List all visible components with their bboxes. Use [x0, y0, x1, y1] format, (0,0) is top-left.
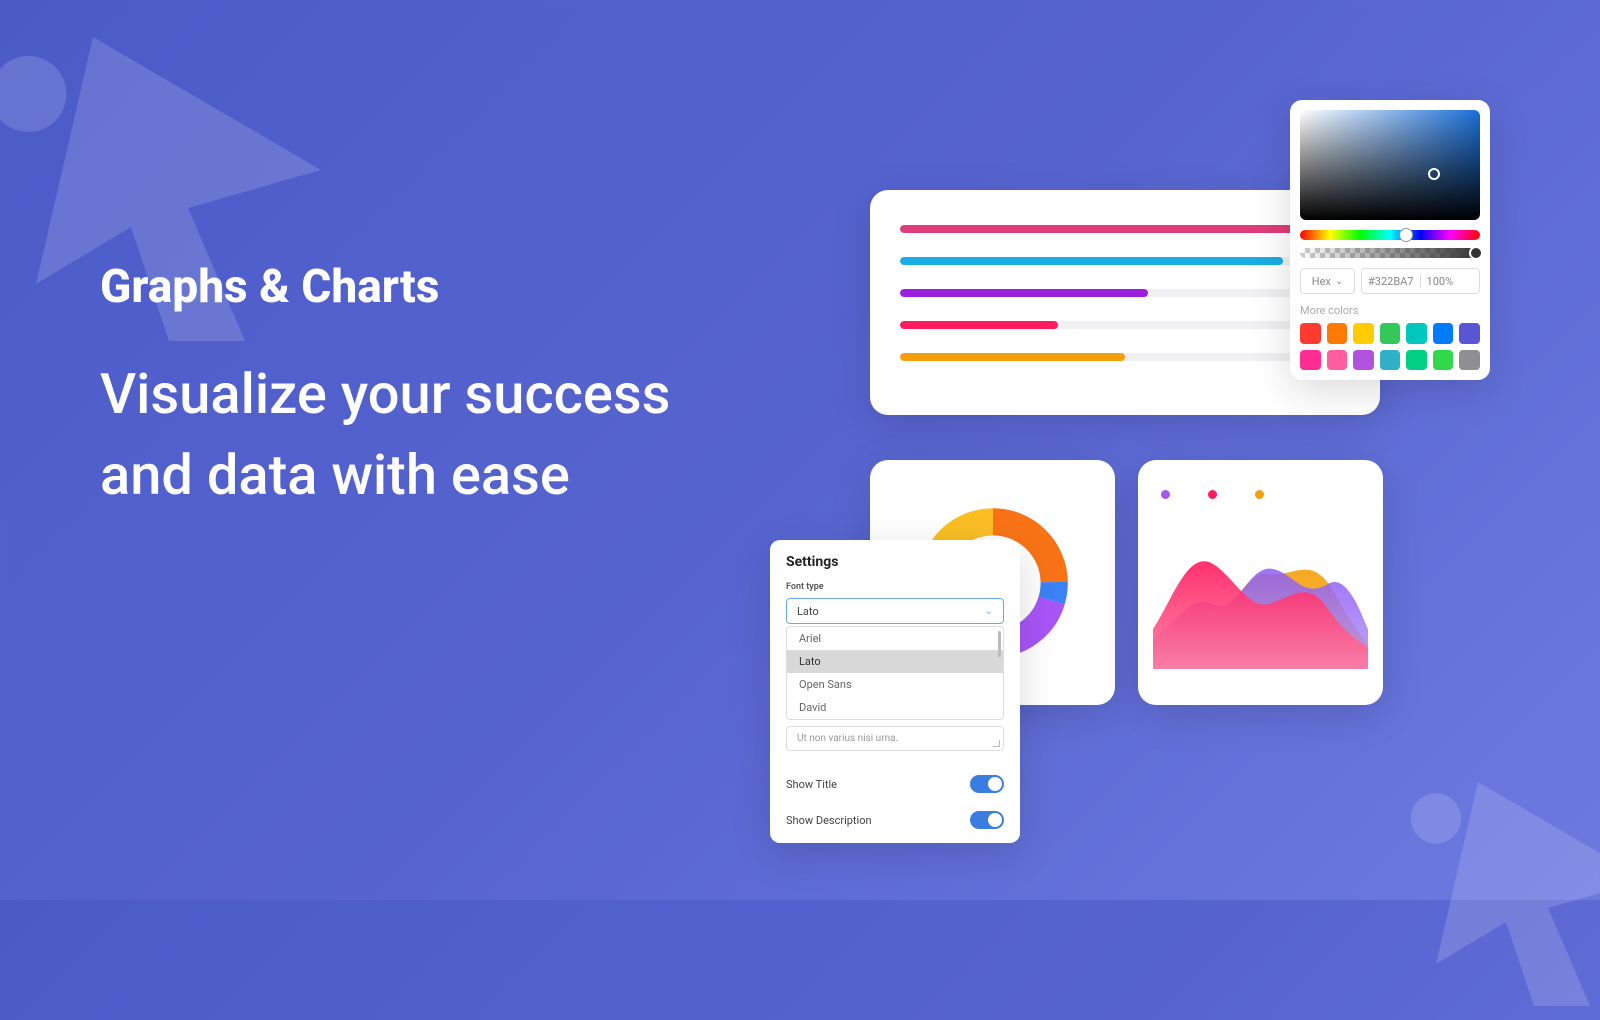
hero-subtitle: Visualize your success and data with eas…: [100, 354, 680, 516]
toggle-row: Show Title: [786, 775, 1004, 793]
description-textarea[interactable]: Ut non varius nisi urna.: [786, 726, 1004, 751]
color-swatch[interactable]: [1433, 323, 1454, 344]
alpha-thumb[interactable]: [1469, 246, 1483, 260]
legend-dot: [1161, 490, 1170, 499]
hero-title: Graphs & Charts: [100, 260, 680, 314]
color-swatch[interactable]: [1327, 323, 1348, 344]
bar-track: [900, 321, 1350, 329]
more-colors-label: More colors: [1300, 304, 1480, 317]
font-select[interactable]: Lato ⌄: [786, 598, 1004, 624]
color-swatch[interactable]: [1353, 323, 1374, 344]
legend-dot: [1255, 490, 1264, 499]
alpha-slider[interactable]: [1300, 248, 1480, 258]
bar-fill: [900, 257, 1283, 265]
font-option[interactable]: Open Sans: [787, 673, 1003, 696]
bar-track: [900, 257, 1350, 265]
color-swatch[interactable]: [1353, 350, 1374, 371]
toggle-switch[interactable]: [970, 775, 1004, 793]
toggle-row: Show Description: [786, 811, 1004, 829]
bar-track: [900, 353, 1350, 361]
color-swatch[interactable]: [1459, 323, 1480, 344]
color-swatch[interactable]: [1433, 350, 1454, 371]
scrollbar[interactable]: [998, 631, 1001, 657]
color-format-select[interactable]: Hex: [1300, 268, 1355, 294]
color-swatch[interactable]: [1406, 350, 1427, 371]
color-swatch[interactable]: [1300, 350, 1321, 371]
bar-fill: [900, 225, 1350, 233]
color-handle[interactable]: [1428, 168, 1440, 180]
font-option[interactable]: Lato: [787, 650, 1003, 673]
font-dropdown: ArielLatoOpen SansDavid: [786, 626, 1004, 720]
bar-fill: [900, 289, 1148, 297]
hue-thumb[interactable]: [1399, 228, 1413, 242]
legend-dot: [1208, 490, 1217, 499]
area-chart-card: [1138, 460, 1383, 705]
chevron-down-icon: ⌄: [985, 606, 993, 617]
cursor-decoration-icon: [1380, 740, 1600, 1020]
color-swatch[interactable]: [1380, 350, 1401, 371]
font-type-label: Font type: [786, 582, 1004, 592]
color-picker-panel: Hex #322BA7 100% More colors: [1290, 100, 1490, 380]
color-swatch[interactable]: [1459, 350, 1480, 371]
color-swatch[interactable]: [1406, 323, 1427, 344]
toggle-label: Show Description: [786, 814, 872, 827]
bar-fill: [900, 353, 1125, 361]
swatch-grid: [1300, 323, 1480, 370]
color-swatch[interactable]: [1380, 323, 1401, 344]
bar-track: [900, 225, 1350, 233]
color-swatch[interactable]: [1300, 323, 1321, 344]
hero-section: Graphs & Charts Visualize your success a…: [100, 260, 680, 516]
hex-input[interactable]: #322BA7 100%: [1361, 268, 1480, 294]
settings-title: Settings: [786, 554, 1004, 570]
toggle-label: Show Title: [786, 778, 837, 791]
saturation-value-box[interactable]: [1300, 110, 1480, 220]
bar-fill: [900, 321, 1058, 329]
font-option[interactable]: David: [787, 696, 1003, 719]
bar-track: [900, 289, 1350, 297]
font-option[interactable]: Ariel: [787, 627, 1003, 650]
area-chart-icon: [1153, 509, 1368, 669]
hue-slider[interactable]: [1300, 230, 1480, 240]
color-swatch[interactable]: [1327, 350, 1348, 371]
settings-panel: Settings Font type Lato ⌄ ArielLatoOpen …: [770, 540, 1020, 843]
legend: [1153, 490, 1368, 499]
toggle-switch[interactable]: [970, 811, 1004, 829]
